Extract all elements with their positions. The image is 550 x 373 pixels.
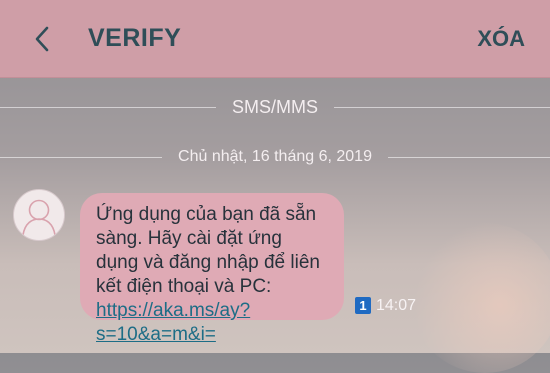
divider-line-right xyxy=(387,156,550,158)
person-avatar-icon xyxy=(22,199,56,236)
divider-line-left xyxy=(0,156,163,158)
chevron-left-icon xyxy=(35,26,49,52)
sender-avatar[interactable] xyxy=(13,189,65,241)
divider-line-left xyxy=(0,106,216,108)
back-button[interactable] xyxy=(28,22,58,56)
channel-divider: SMS/MMS xyxy=(0,96,550,118)
background-blossom xyxy=(410,223,550,373)
sim-slot-badge: 1 xyxy=(355,297,371,314)
date-label: Chủ nhật, 16 tháng 6, 2019 xyxy=(178,148,372,165)
delete-button[interactable]: XÓA xyxy=(477,26,525,52)
contact-title: VERIFY xyxy=(88,24,182,52)
message-link[interactable]: https://aka.ms/ay?s=10&a=m&i= xyxy=(96,300,250,345)
date-divider: Chủ nhật, 16 tháng 6, 2019 xyxy=(0,146,550,168)
channel-label: SMS/MMS xyxy=(232,96,319,117)
divider-line-right xyxy=(334,106,550,108)
message-time: 14:07 xyxy=(376,297,417,314)
app-header: VERIFY XÓA xyxy=(0,0,550,78)
message-text: Ứng dụng của bạn đã sẵn sàng. Hãy cài đặ… xyxy=(96,204,320,297)
message-bubble[interactable]: Ứng dụng của bạn đã sẵn sàng. Hãy cài đặ… xyxy=(80,193,344,345)
